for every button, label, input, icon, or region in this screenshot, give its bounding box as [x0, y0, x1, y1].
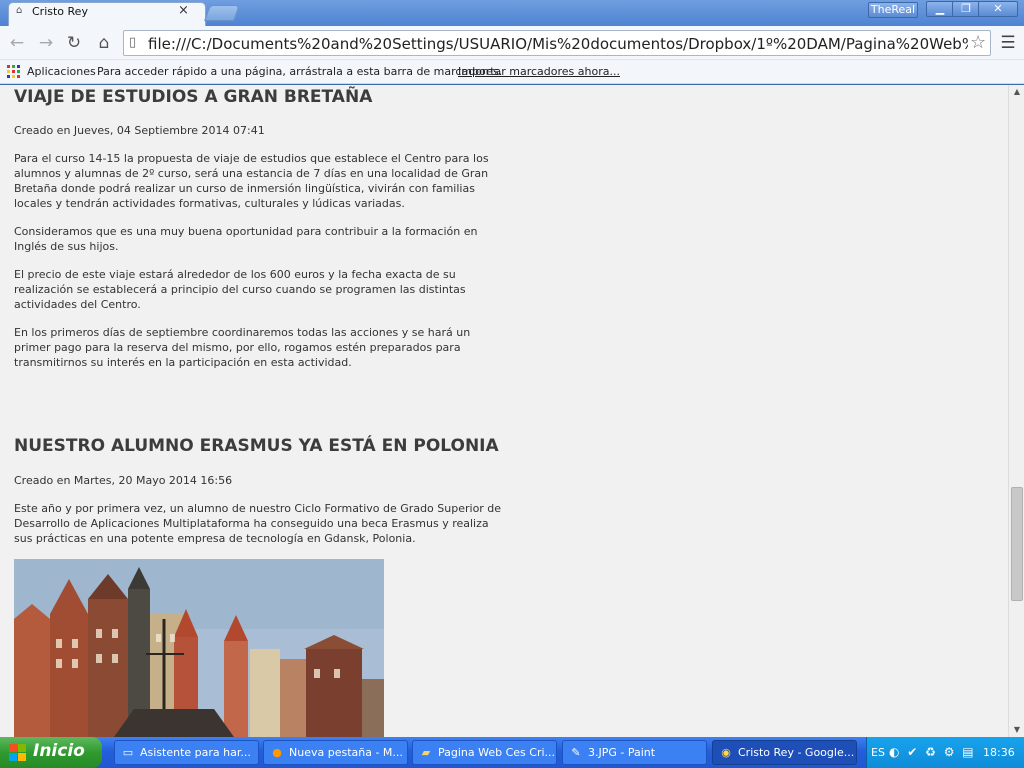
scroll-down-icon[interactable]: ▼	[1009, 723, 1024, 737]
restore-icon[interactable]: ❐	[952, 1, 980, 17]
system-tray: ES ◐ ✔ ♻ ⚙ ▤ 18:36	[866, 737, 1024, 768]
taskbar-item[interactable]: ✎ 3.JPG - Paint	[562, 740, 707, 765]
apps-link[interactable]: Aplicaciones	[27, 65, 96, 78]
tab-title: Cristo Rey	[32, 5, 88, 18]
forward-arrow-icon[interactable]: →	[35, 32, 57, 54]
taskbar-item[interactable]: ● Nueva pestaña - M...	[263, 740, 408, 765]
bookmarks-bar: Aplicaciones Para acceder rápido a una p…	[0, 60, 1024, 84]
bookmarks-hint: Para acceder rápido a una página, arrást…	[97, 65, 503, 78]
article-paragraph: El precio de este viaje estará alrededor…	[14, 268, 466, 311]
taskbar-item[interactable]: ▭ Asistente para har...	[114, 740, 259, 765]
article-title[interactable]: VIAJE DE ESTUDIOS A GRAN BRETAÑA	[14, 87, 372, 107]
tab-close-icon[interactable]: ×	[178, 3, 189, 18]
firefox-icon: ●	[272, 746, 282, 759]
vertical-scrollbar[interactable]: ▲ ▼	[1008, 85, 1024, 737]
folder-icon: ▰	[421, 746, 431, 759]
import-bookmarks-link[interactable]: Importar marcadores ahora...	[458, 65, 620, 78]
profile-button[interactable]: TheReal	[868, 2, 918, 18]
article-paragraph: En los primeros días de septiembre coord…	[14, 326, 471, 369]
address-text[interactable]: file:///C:/Documents%20and%20Settings/US…	[148, 35, 968, 53]
home-icon[interactable]: ⌂	[93, 32, 115, 54]
language-indicator[interactable]: ES	[871, 746, 885, 759]
start-label: Inicio	[33, 741, 85, 761]
apps-grid-icon[interactable]	[7, 65, 21, 79]
browser-toolbar: ← → ↻ ⌂ ▯ file:///C:/Documents%20and%20S…	[0, 26, 1024, 60]
close-icon[interactable]: ✕	[978, 1, 1018, 17]
article-paragraph: Este año y por primera vez, un alumno de…	[14, 502, 502, 545]
reload-icon[interactable]: ↻	[63, 32, 85, 54]
browser-titlebar: ⌂ Cristo Rey × TheReal ▁ ❐ ✕	[0, 0, 1024, 26]
clock: 18:36	[983, 746, 1015, 759]
bookmark-star-icon[interactable]: ☆	[970, 32, 986, 53]
page-content: VIAJE DE ESTUDIOS A GRAN BRETAÑA Creado …	[0, 85, 1008, 737]
article-title[interactable]: NUESTRO ALUMNO ERASMUS YA ESTÁ EN POLONI…	[14, 436, 499, 456]
taskbar-item[interactable]: ▰ Pagina Web Ces Cri...	[412, 740, 557, 765]
article-date: Creado en Martes, 20 Mayo 2014 16:56	[14, 474, 233, 487]
windows-logo-icon	[9, 744, 27, 762]
minimize-icon[interactable]: ▁	[926, 1, 954, 17]
house-icon: ⌂	[16, 5, 23, 16]
new-tab-button[interactable]	[204, 5, 240, 21]
tray-icons[interactable]: ◐ ✔ ♻ ⚙ ▤	[889, 745, 976, 759]
article-date: Creado en Jueves, 04 Septiembre 2014 07:…	[14, 124, 265, 137]
window-icon: ▭	[122, 746, 134, 759]
gdansk-photo	[14, 559, 384, 737]
taskbar-item-active[interactable]: ◉ Cristo Rey - Google...	[712, 740, 857, 765]
start-button[interactable]: Inicio	[0, 737, 102, 768]
paint-icon: ✎	[571, 746, 581, 759]
article-paragraph: Para el curso 14-15 la propuesta de viaj…	[14, 152, 489, 210]
menu-icon[interactable]: ☰	[997, 32, 1019, 54]
scroll-thumb[interactable]	[1011, 487, 1023, 601]
scroll-up-icon[interactable]: ▲	[1009, 85, 1024, 99]
taskbar: Inicio ▭ Asistente para har... ● Nueva p…	[0, 737, 1024, 768]
article-paragraph: Consideramos que es una muy buena oportu…	[14, 225, 478, 253]
chrome-icon: ◉	[721, 746, 731, 759]
page-icon: ▯	[129, 35, 137, 50]
address-bar[interactable]: ▯ file:///C:/Documents%20and%20Settings/…	[123, 30, 991, 56]
back-arrow-icon[interactable]: ←	[6, 32, 28, 54]
